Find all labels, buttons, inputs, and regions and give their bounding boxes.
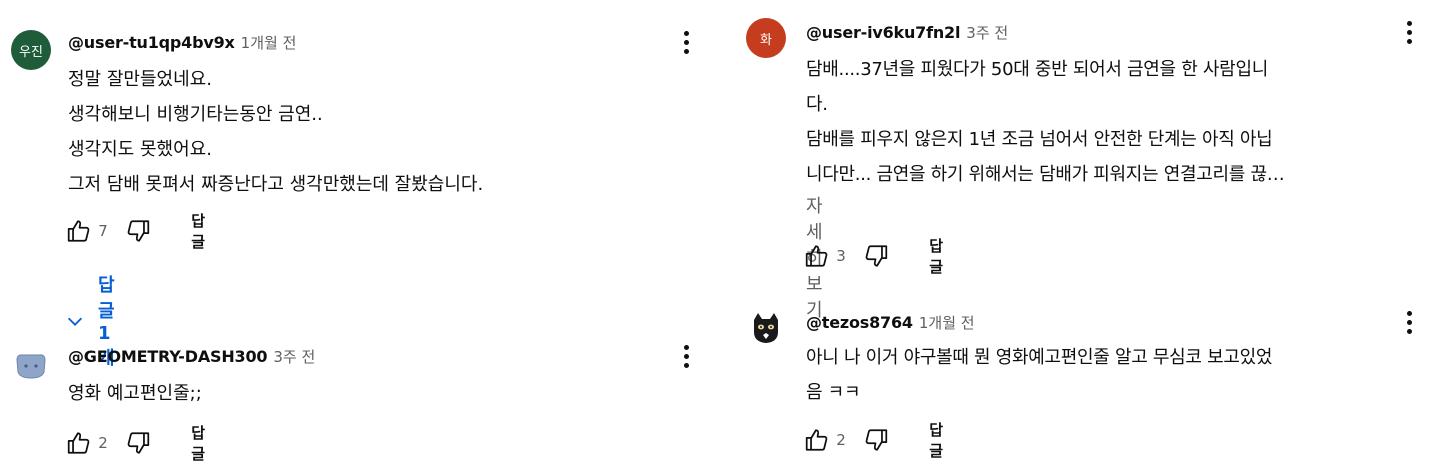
like-count: 2	[98, 434, 108, 452]
timestamp[interactable]: 3주 전	[966, 22, 1008, 43]
comment-line: 담배를 피우지 않은지 1년 조금 넘어서 안전한 단계는 아직 아닙	[806, 129, 1273, 150]
thumbs-down-icon[interactable]	[123, 426, 153, 460]
reply-button[interactable]: 답글	[929, 419, 954, 461]
comment-actions: 2 답글	[802, 420, 954, 460]
thumbs-up-icon[interactable]	[802, 423, 832, 457]
comment-line: 니다만... 금연을 하기 위해서는 담배가 피워지는 연결고리를 끊…	[806, 164, 1285, 185]
author-name[interactable]: @user-tu1qp4bv9x	[68, 33, 235, 52]
comment-header: @tezos8764 1개월 전	[806, 312, 975, 333]
thumbs-up-icon[interactable]	[802, 239, 832, 273]
reply-button[interactable]: 답글	[929, 235, 954, 277]
more-actions-button[interactable]	[1399, 15, 1419, 49]
thumbs-up-icon[interactable]	[64, 214, 94, 248]
like-count: 2	[836, 431, 846, 449]
avatar-text: 화	[760, 32, 772, 48]
more-actions-button[interactable]	[676, 339, 696, 373]
comment-line: 아니 나 이거 야구볼때 뭔 영화예고편인줄 알고 무심코 보고있었	[806, 347, 1273, 368]
comment-line: 그저 담배 못펴서 짜증난다고 생각만했는데 잘봤습니다.	[68, 174, 484, 195]
avatar[interactable]	[11, 346, 51, 386]
more-actions-button[interactable]	[676, 25, 696, 59]
comment-header: @user-iv6ku7fn2l 3주 전	[806, 22, 1008, 43]
like-count: 3	[836, 247, 846, 265]
comment-line: 담배....37년을 피웠다가 50대 중반 되어서 금연을 한 사람입니	[806, 59, 1268, 80]
reply-button[interactable]: 답글	[191, 422, 216, 464]
comment-line: 생각지도 못했어요.	[68, 139, 212, 160]
comment-text: 정말 잘만들었네요. 생각해보니 비행기타는동안 금연.. 생각지도 못했어요.…	[68, 62, 483, 202]
comment-line: 음 ㅋㅋ	[806, 382, 861, 403]
comment-line: 다.	[806, 94, 828, 115]
comment-header: @GEOMETRY-DASH300 3주 전	[68, 346, 315, 367]
avatar[interactable]: 우진	[11, 30, 51, 70]
comment-actions: 7 답글	[64, 211, 216, 251]
comment-line: 정말 잘만들었네요.	[68, 69, 212, 90]
comment-line: 생각해보니 비행기타는동안 금연..	[68, 104, 323, 125]
like-count: 7	[98, 222, 108, 240]
timestamp[interactable]: 3주 전	[273, 346, 315, 367]
comment-header: @user-tu1qp4bv9x 1개월 전	[68, 32, 296, 53]
author-name[interactable]: @user-iv6ku7fn2l	[806, 23, 960, 42]
timestamp[interactable]: 1개월 전	[919, 312, 975, 333]
thumbs-down-icon[interactable]	[861, 239, 891, 273]
comment-actions: 2 답글	[64, 423, 216, 463]
avatar[interactable]: 화	[746, 18, 786, 58]
author-name[interactable]: @tezos8764	[806, 313, 913, 332]
reply-button[interactable]: 답글	[191, 210, 216, 252]
comment-line: 영화 예고편인줄;;	[68, 383, 202, 404]
timestamp[interactable]: 1개월 전	[241, 32, 297, 53]
thumbs-up-icon[interactable]	[64, 426, 94, 460]
comment-text: 아니 나 이거 야구볼때 뭔 영화예고편인줄 알고 무심코 보고있었 음 ㅋㅋ	[806, 340, 1272, 410]
thumbs-down-icon[interactable]	[123, 214, 153, 248]
more-actions-button[interactable]	[1399, 305, 1419, 339]
avatar-text: 우진	[19, 44, 43, 60]
author-name[interactable]: @GEOMETRY-DASH300	[68, 347, 268, 366]
avatar[interactable]	[746, 308, 786, 348]
comment-actions: 3 답글	[802, 236, 954, 276]
comment-text: 영화 예고편인줄;;	[68, 376, 202, 411]
chevron-down-icon	[64, 306, 86, 336]
thumbs-down-icon[interactable]	[861, 423, 891, 457]
comment-text: 담배....37년을 피웠다가 50대 중반 되어서 금연을 한 사람입니 다.…	[806, 52, 1285, 192]
